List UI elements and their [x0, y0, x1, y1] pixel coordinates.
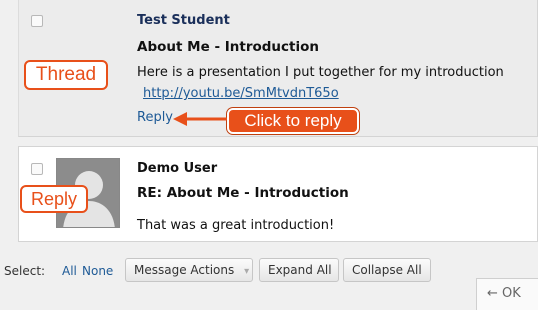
expand-all-button[interactable]: Expand All	[259, 258, 339, 282]
reply-subject: RE: About Me - Introduction	[137, 185, 349, 201]
select-none-link[interactable]: None	[82, 264, 113, 278]
thread-body: Here is a presentation I put together fo…	[137, 65, 504, 80]
reply-select-checkbox[interactable]	[31, 163, 43, 175]
collapse-all-button[interactable]: Collapse All	[343, 258, 431, 282]
reply-link[interactable]: Reply	[137, 110, 173, 125]
select-all-link[interactable]: All	[62, 264, 77, 278]
chevron-down-icon: ▾	[244, 266, 250, 277]
reply-body: That was a great introduction!	[137, 218, 335, 233]
message-actions-button[interactable]: Message Actions ▾	[125, 258, 253, 282]
reply-message: Demo User RE: About Me - Introduction Th…	[18, 146, 538, 242]
message-actions-label: Message Actions	[134, 263, 235, 277]
reply-annotation: Reply	[20, 185, 88, 213]
ok-button[interactable]: ← OK	[476, 278, 538, 310]
thread-annotation: Thread	[24, 60, 108, 90]
reply-author[interactable]: Demo User	[137, 161, 217, 176]
thread-author[interactable]: Test Student	[137, 13, 230, 28]
select-label: Select:	[4, 264, 46, 278]
arrow-left-icon	[173, 112, 227, 126]
thread-link[interactable]: http://youtu.be/SmMtvdnT65o	[143, 86, 339, 101]
thread-subject: About Me - Introduction	[137, 39, 320, 55]
thread-select-checkbox[interactable]	[31, 15, 43, 27]
click-to-reply-annotation: Click to reply	[227, 108, 359, 134]
